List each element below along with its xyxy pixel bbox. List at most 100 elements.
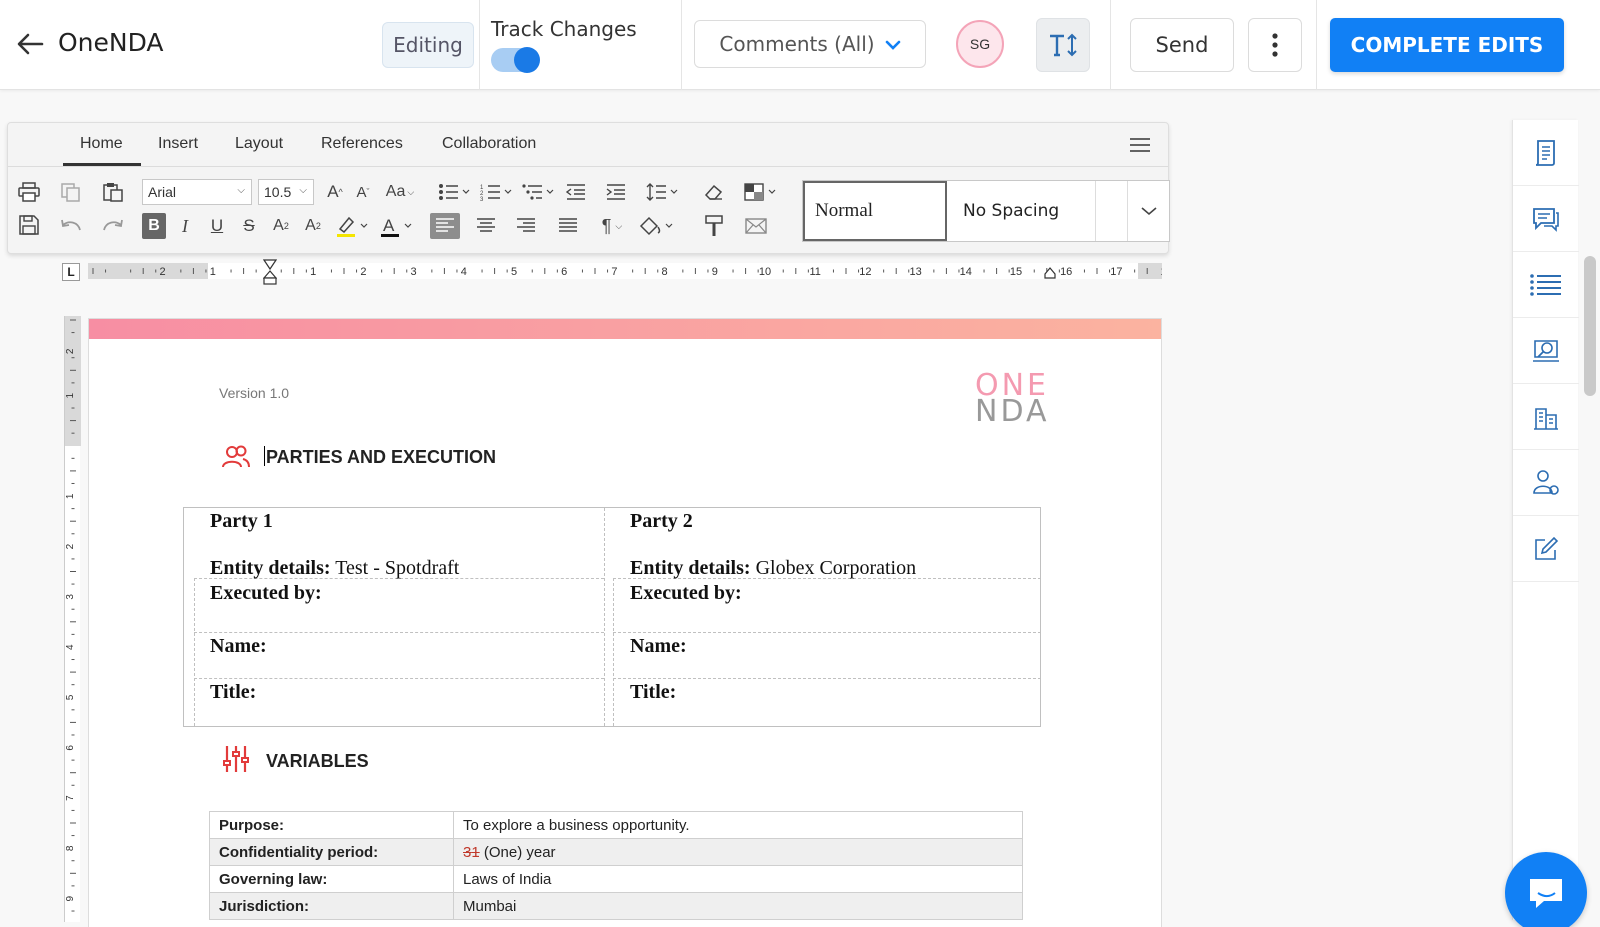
align-left-icon[interactable] (430, 213, 460, 239)
list-icon[interactable] (1513, 252, 1579, 318)
italic-icon[interactable]: I (174, 213, 196, 239)
subscript-icon[interactable]: A2 (302, 213, 324, 239)
building-icon[interactable] (1513, 384, 1579, 450)
email-icon[interactable] (742, 213, 770, 239)
tab-layout[interactable]: Layout (235, 135, 283, 153)
grow-font-icon[interactable]: A ^ (324, 180, 346, 204)
column-divider (604, 508, 605, 726)
paste-icon[interactable] (100, 180, 126, 204)
edit-icon[interactable] (1513, 516, 1579, 582)
variable-value[interactable]: 31 (One) year (453, 838, 1023, 866)
superscript-icon[interactable]: A2 (270, 213, 292, 239)
horizontal-ruler[interactable]: 21123456789101112131415161718 (88, 259, 1162, 285)
tab-collaboration[interactable]: Collaboration (442, 135, 536, 153)
strikethrough-icon[interactable]: S (238, 213, 260, 239)
tab-home[interactable]: Home (80, 135, 123, 153)
editing-mode-badge[interactable]: Editing (382, 22, 474, 68)
save-icon[interactable] (16, 213, 42, 237)
chat-button[interactable] (1505, 852, 1587, 927)
party1-name[interactable]: Name: (210, 635, 267, 658)
tab-stop-selector[interactable]: L (62, 263, 80, 281)
shading-icon[interactable] (742, 180, 780, 204)
indent-marker-icon[interactable] (263, 259, 277, 285)
undo-icon[interactable] (58, 213, 84, 237)
menu-icon[interactable] (1130, 138, 1150, 152)
parties-section-title[interactable]: PARTIES AND EXECUTION (264, 446, 496, 468)
numbered-list-icon[interactable]: 123 (478, 180, 514, 204)
copy-icon[interactable] (58, 180, 84, 204)
increase-indent-icon[interactable] (604, 180, 628, 204)
text-size-icon (1050, 33, 1077, 57)
divider (479, 0, 480, 90)
underline-icon[interactable]: U (206, 213, 228, 239)
track-changes-toggle[interactable] (491, 47, 540, 73)
paragraph-marks-icon[interactable]: ¶ ⌵ (594, 213, 630, 239)
page-scrollbar[interactable] (1584, 256, 1596, 396)
party2-title[interactable]: Title: (630, 681, 676, 704)
table-row[interactable]: Governing law: Laws of India (209, 865, 1023, 893)
format-painter-icon[interactable] (702, 213, 726, 239)
change-case-icon[interactable]: Aa ⌵ (382, 180, 418, 204)
font-family-select[interactable]: Arial ⌵ (142, 179, 252, 205)
styles-expand-button[interactable] (1127, 181, 1169, 241)
font-color-icon[interactable]: A (378, 213, 414, 239)
redo-icon[interactable] (100, 213, 126, 237)
party1-title[interactable]: Title: (210, 681, 256, 704)
more-options-button[interactable] (1248, 18, 1302, 72)
user-avatar[interactable]: SG (956, 20, 1004, 68)
table-row[interactable]: Jurisdiction: Mumbai (209, 892, 1023, 920)
table-row[interactable]: Confidentiality period: 31 (One) year (209, 838, 1023, 866)
print-icon[interactable] (16, 180, 42, 204)
variables-table[interactable]: Purpose: To explore a business opportuni… (209, 811, 1023, 920)
toggle-knob (514, 47, 540, 73)
tab-references[interactable]: References (321, 135, 403, 153)
complete-edits-button[interactable]: COMPLETE EDITS (1330, 18, 1564, 72)
search-document-icon[interactable] (1513, 318, 1579, 384)
variable-value[interactable]: To explore a business opportunity. (453, 811, 1023, 839)
ruler-label: 3 (65, 594, 76, 600)
bold-icon[interactable]: B (142, 213, 166, 239)
document-icon[interactable] (1513, 120, 1579, 186)
style-normal[interactable]: Normal (803, 181, 947, 241)
party2-name[interactable]: Name: (630, 635, 687, 658)
party2-heading: Party 2 (630, 510, 693, 532)
eraser-icon[interactable] (702, 180, 726, 204)
ruler-label: 1 (65, 493, 76, 499)
document-page[interactable]: Version 1.0 ONE NDA PARTIES AND EXECUTIO… (88, 318, 1162, 927)
justify-icon[interactable] (554, 213, 582, 239)
signer-icon[interactable] (1513, 450, 1579, 516)
back-arrow-icon[interactable] (14, 30, 46, 58)
font-size-select[interactable]: 10.5 ⌵ (258, 179, 314, 205)
style-no-spacing[interactable]: No Spacing (953, 181, 1095, 241)
send-button[interactable]: Send (1130, 18, 1234, 72)
text-size-button[interactable] (1036, 18, 1090, 72)
cell-border (613, 678, 1041, 679)
decrease-indent-icon[interactable] (564, 180, 588, 204)
party1-executed-by[interactable]: Executed by: (210, 582, 322, 605)
align-center-icon[interactable] (472, 213, 500, 239)
comments-filter-dropdown[interactable]: Comments (All) (694, 20, 926, 68)
shrink-font-icon[interactable]: Aˇ (352, 180, 374, 204)
table-row[interactable]: Purpose: To explore a business opportuni… (209, 811, 1023, 839)
svg-text:A: A (383, 216, 395, 235)
variable-value[interactable]: Mumbai (453, 892, 1023, 920)
line-spacing-icon[interactable] (644, 180, 680, 204)
party2-executed-by[interactable]: Executed by: (630, 582, 742, 605)
bullet-list-icon[interactable] (436, 180, 472, 204)
highlight-color-icon[interactable] (334, 213, 370, 239)
vertical-ruler[interactable]: 2 1 1 2 3 4 5 6 7 8 9 (64, 316, 81, 922)
multilevel-list-icon[interactable] (520, 180, 556, 204)
party1-entity[interactable]: Entity details: Test - Spotdraft (210, 557, 459, 580)
fill-color-icon[interactable] (636, 213, 676, 239)
parties-table[interactable]: Party 1 Entity details: Test - Spotdraft… (183, 507, 1041, 727)
cell-border (194, 578, 195, 726)
align-right-icon[interactable] (512, 213, 540, 239)
party2-entity[interactable]: Entity details: Globex Corporation (630, 557, 916, 580)
tab-insert[interactable]: Insert (158, 135, 198, 153)
variable-value[interactable]: Laws of India (453, 865, 1023, 893)
variable-key: Jurisdiction: (209, 892, 454, 920)
comments-icon[interactable] (1513, 186, 1579, 252)
active-tab-indicator (63, 163, 141, 166)
style-slot[interactable] (1095, 181, 1127, 241)
right-indent-marker-icon[interactable] (1044, 267, 1056, 279)
